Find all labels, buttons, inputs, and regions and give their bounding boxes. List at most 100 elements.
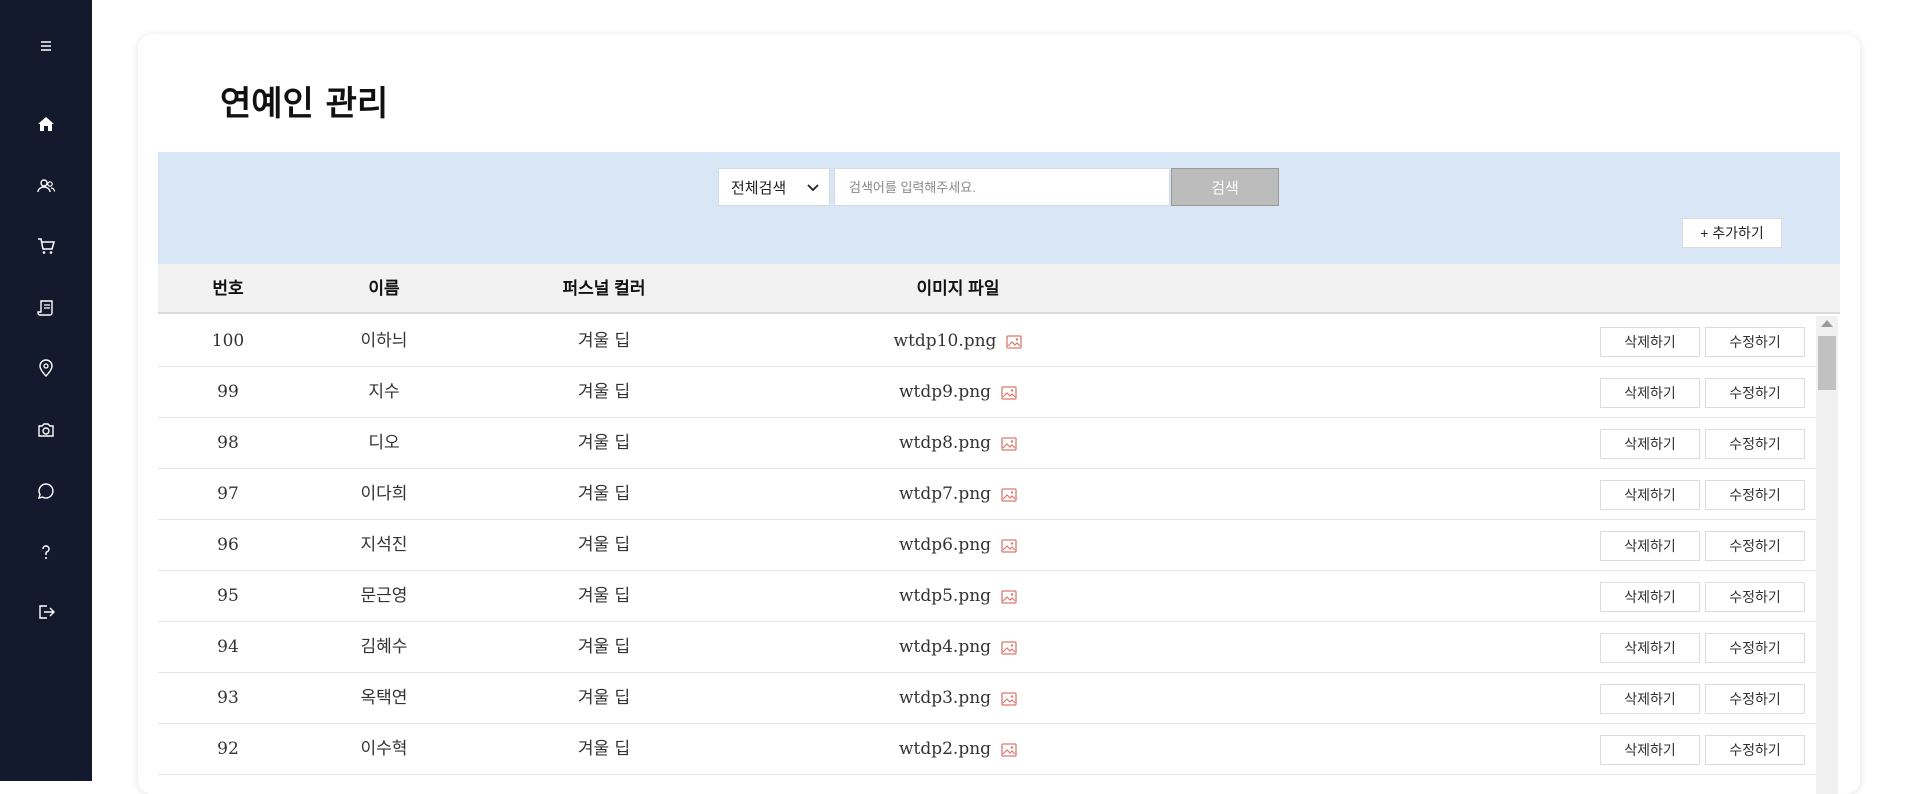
image-file-name: wtdp10.png xyxy=(893,331,997,351)
image-icon[interactable] xyxy=(1001,691,1017,706)
cell-personal-color: 겨울 딥 xyxy=(577,382,631,402)
search-type-select[interactable]: 전체검색 xyxy=(718,168,830,206)
search-type-value: 전체검색 xyxy=(731,179,787,197)
cell-personal-color: 겨울 딥 xyxy=(577,688,631,708)
edit-button[interactable]: 수정하기 xyxy=(1705,378,1805,408)
edit-button[interactable]: 수정하기 xyxy=(1705,480,1805,510)
add-button[interactable]: + 추가하기 xyxy=(1682,218,1782,248)
delete-button[interactable]: 삭제하기 xyxy=(1600,633,1700,663)
chevron-down-icon xyxy=(807,184,819,192)
help-icon[interactable] xyxy=(28,534,64,570)
cell-number: 97 xyxy=(217,484,239,504)
cell-number: 92 xyxy=(217,739,239,759)
image-icon[interactable] xyxy=(1001,640,1017,655)
cell-name: 이하늬 xyxy=(360,331,408,351)
home-icon[interactable] xyxy=(28,106,64,142)
header-image-file: 이미지 파일 xyxy=(916,279,1000,298)
logout-icon[interactable] xyxy=(28,594,64,630)
cell-image-file: wtdp7.png xyxy=(818,469,1098,520)
cell-name: 이다희 xyxy=(360,484,408,504)
users-icon[interactable] xyxy=(28,168,64,204)
cell-personal-color: 겨울 딥 xyxy=(577,484,631,504)
scroll-up-arrow[interactable] xyxy=(1821,320,1833,327)
search-input[interactable] xyxy=(834,168,1170,206)
cell-image-file: wtdp4.png xyxy=(818,622,1098,673)
image-file-name: wtdp6.png xyxy=(898,535,992,555)
cell-name: 이수혁 xyxy=(360,739,408,759)
cell-personal-color: 겨울 딥 xyxy=(577,331,631,351)
cell-name: 김혜수 xyxy=(360,637,408,657)
cell-number: 99 xyxy=(217,382,239,402)
table-row: 93 옥택연 겨울 딥 wtdp3.png 삭제하기 수정하기 xyxy=(158,673,1816,724)
cell-number: 96 xyxy=(217,535,239,555)
image-icon[interactable] xyxy=(1001,589,1017,604)
edit-button[interactable]: 수정하기 xyxy=(1705,633,1805,663)
delete-button[interactable]: 삭제하기 xyxy=(1600,531,1700,561)
cell-personal-color: 겨울 딥 xyxy=(577,586,631,606)
delete-button[interactable]: 삭제하기 xyxy=(1600,429,1700,459)
cell-number: 93 xyxy=(217,688,239,708)
cell-number: 100 xyxy=(211,331,245,351)
image-file-name: wtdp5.png xyxy=(898,586,992,606)
image-file-name: wtdp2.png xyxy=(898,739,992,759)
header-number: 번호 xyxy=(212,279,244,298)
delete-button[interactable]: 삭제하기 xyxy=(1600,684,1700,714)
receipt-icon[interactable] xyxy=(28,290,64,326)
cell-image-file: wtdp6.png xyxy=(818,520,1098,571)
image-icon[interactable] xyxy=(1001,742,1017,757)
cell-number: 98 xyxy=(217,433,239,453)
edit-button[interactable]: 수정하기 xyxy=(1705,735,1805,765)
camera-icon[interactable] xyxy=(28,412,64,448)
table-body: 100 이하늬 겨울 딥 wtdp10.png 삭제하기 수정하기 99 지수 겨울 딥 wtdp… xyxy=(158,316,1816,775)
scroll-thumb[interactable] xyxy=(1818,336,1836,390)
delete-button[interactable]: 삭제하기 xyxy=(1600,327,1700,357)
table-row: 100 이하늬 겨울 딥 wtdp10.png 삭제하기 수정하기 xyxy=(158,316,1816,367)
cell-personal-color: 겨울 딥 xyxy=(577,535,631,555)
cell-image-file: wtdp8.png xyxy=(818,418,1098,469)
cell-personal-color: 겨울 딥 xyxy=(577,739,631,759)
cell-personal-color: 겨울 딥 xyxy=(577,637,631,657)
main-card: 연예인 관리 전체검색 검색 + 추가하기 번호 이름 퍼스널 컬러 이미지 파… xyxy=(138,34,1860,794)
edit-button[interactable]: 수정하기 xyxy=(1705,429,1805,459)
search-button[interactable]: 검색 xyxy=(1171,168,1279,206)
image-icon[interactable] xyxy=(1001,385,1017,400)
image-icon[interactable] xyxy=(1001,487,1017,502)
image-icon[interactable] xyxy=(1001,436,1017,451)
image-file-name: wtdp9.png xyxy=(898,382,992,402)
delete-button[interactable]: 삭제하기 xyxy=(1600,378,1700,408)
cart-icon[interactable] xyxy=(28,228,64,264)
image-file-name: wtdp4.png xyxy=(898,637,992,657)
cell-name: 옥택연 xyxy=(360,688,408,708)
edit-button[interactable]: 수정하기 xyxy=(1705,327,1805,357)
table-scrollbar[interactable] xyxy=(1816,316,1838,794)
search-panel: 전체검색 검색 + 추가하기 xyxy=(158,152,1840,264)
header-name: 이름 xyxy=(368,279,400,298)
cell-name: 지수 xyxy=(368,382,400,402)
menu-icon[interactable] xyxy=(28,28,64,64)
table-row: 98 디오 겨울 딥 wtdp8.png 삭제하기 수정하기 xyxy=(158,418,1816,469)
cell-name: 문근영 xyxy=(360,586,408,606)
edit-button[interactable]: 수정하기 xyxy=(1705,531,1805,561)
cell-image-file: wtdp9.png xyxy=(818,367,1098,418)
cell-image-file: wtdp2.png xyxy=(818,724,1098,775)
cell-image-file: wtdp5.png xyxy=(818,571,1098,622)
table-row: 92 이수혁 겨울 딥 wtdp2.png 삭제하기 수정하기 xyxy=(158,724,1816,775)
cell-image-file: wtdp3.png xyxy=(818,673,1098,724)
delete-button[interactable]: 삭제하기 xyxy=(1600,735,1700,765)
image-icon[interactable] xyxy=(1001,538,1017,553)
edit-button[interactable]: 수정하기 xyxy=(1705,684,1805,714)
cell-name: 디오 xyxy=(368,433,400,453)
chat-icon[interactable] xyxy=(28,473,64,509)
cell-name: 지석진 xyxy=(360,535,408,555)
edit-button[interactable]: 수정하기 xyxy=(1705,582,1805,612)
table-row: 97 이다희 겨울 딥 wtdp7.png 삭제하기 수정하기 xyxy=(158,469,1816,520)
table-row: 99 지수 겨울 딥 wtdp9.png 삭제하기 수정하기 xyxy=(158,367,1816,418)
cell-personal-color: 겨울 딥 xyxy=(577,433,631,453)
location-pin-icon[interactable] xyxy=(28,350,64,386)
table-row: 94 김혜수 겨울 딥 wtdp4.png 삭제하기 수정하기 xyxy=(158,622,1816,673)
cell-image-file: wtdp10.png xyxy=(818,316,1098,367)
delete-button[interactable]: 삭제하기 xyxy=(1600,582,1700,612)
delete-button[interactable]: 삭제하기 xyxy=(1600,480,1700,510)
image-icon[interactable] xyxy=(1006,334,1023,349)
image-file-name: wtdp7.png xyxy=(898,484,992,504)
